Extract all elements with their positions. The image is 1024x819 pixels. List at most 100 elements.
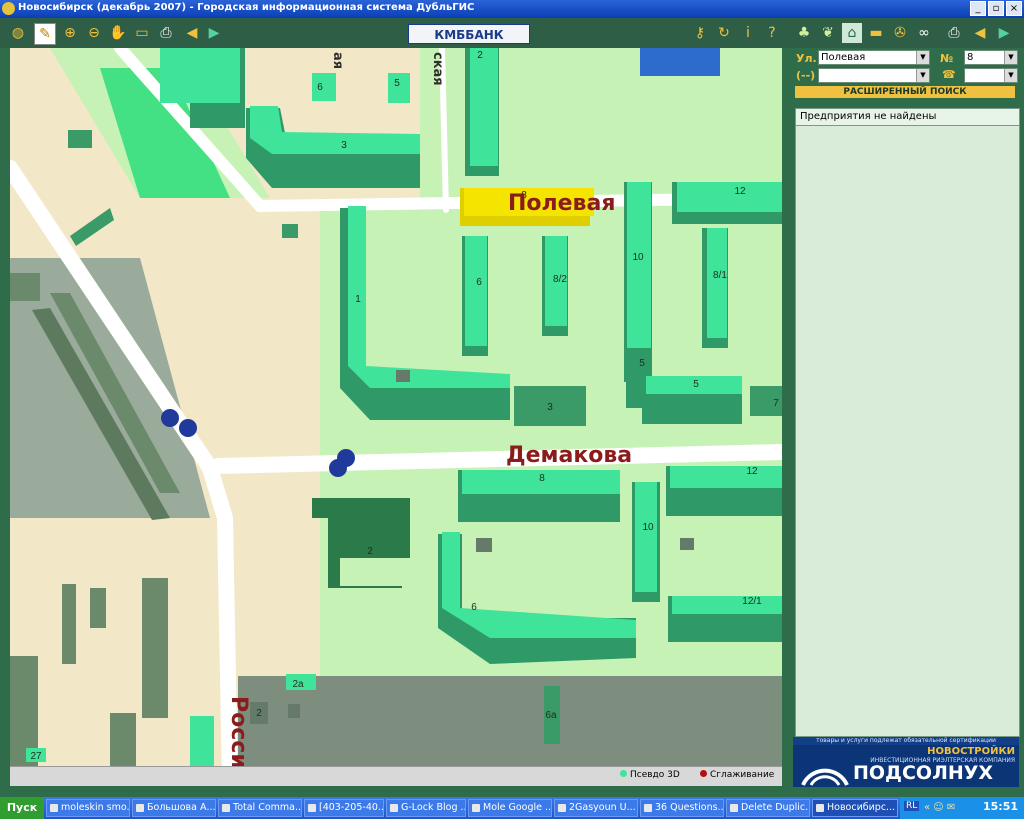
svg-text:27: 27 (30, 751, 42, 762)
zoom-out-icon[interactable]: ⊖ (84, 23, 104, 43)
bank-banner-button[interactable]: КМББАНК (408, 24, 530, 44)
results-list[interactable]: Предприятия не найдены (795, 108, 1020, 737)
task-6[interactable]: Mole Google ... (468, 799, 552, 817)
svg-text:5: 5 (693, 379, 699, 390)
svg-text:2: 2 (477, 50, 483, 61)
svg-text:12/1: 12/1 (742, 596, 762, 607)
map-canvas[interactable]: 8 12 6 8/2 10 8/1 1 5 5 3 7 3 6 5 2 8 12… (10, 48, 782, 785)
task-7[interactable]: 2Gasyoun U... (554, 799, 638, 817)
task-4[interactable]: [403-205-40... (304, 799, 384, 817)
street-label-skaya: ская (430, 52, 445, 86)
title-bar: Новосибирск (декабрь 2007) - Городская и… (0, 0, 1024, 18)
street-select[interactable]: Полевая ▼ (818, 50, 930, 65)
key-icon[interactable]: ⚷ (690, 23, 710, 43)
building-blue[interactable] (640, 48, 720, 76)
results-empty-text: Предприятия не найдены (796, 109, 1019, 126)
clock: 15:51 (982, 800, 1018, 813)
phone-icon: ☎ (942, 68, 956, 81)
panel-forward-arrow-icon[interactable]: ▶ (994, 23, 1014, 43)
task-1[interactable]: moleskin smo... (46, 799, 130, 817)
pseudo3d-dot-icon (620, 770, 627, 777)
svg-text:2: 2 (367, 546, 373, 557)
task-2[interactable]: Большова А... (132, 799, 216, 817)
map-status-bar: Псевдо 3D Сглаживание (10, 766, 782, 786)
info-icon[interactable]: i (738, 23, 758, 43)
street-label: Ул. (796, 52, 817, 65)
pseudo3d-toggle[interactable]: Псевдо 3D (620, 770, 680, 780)
broom-icon[interactable]: ✇ (890, 23, 910, 43)
house-label: № (940, 52, 954, 65)
svg-text:2а: 2а (292, 679, 304, 690)
back-arrow-icon[interactable]: ◀ (182, 23, 202, 43)
tray-icons[interactable]: « ☺ ✉ (924, 802, 955, 813)
task-3[interactable]: Total Comma... (218, 799, 302, 817)
help-icon[interactable]: ? (762, 23, 782, 43)
panel-print-icon[interactable]: ⎙ (944, 23, 964, 43)
task-5[interactable]: G-Lock Blog ... (386, 799, 466, 817)
street-label-rossi: Росси (226, 696, 251, 769)
smoothing-label: Сглаживание (710, 770, 775, 780)
hand-icon[interactable]: ✋ (108, 23, 128, 43)
street-select-value: Полевая (821, 52, 866, 63)
svg-text:6: 6 (317, 82, 323, 93)
task-9[interactable]: Delete Duplic... (726, 799, 810, 817)
advanced-search-label: РАСШИРЕННЫЙ ПОИСК (843, 87, 967, 97)
svg-text:8: 8 (539, 473, 545, 484)
svg-text:3: 3 (547, 402, 553, 413)
task-8[interactable]: 36 Questions... (640, 799, 724, 817)
panel-back-arrow-icon[interactable]: ◀ (970, 23, 990, 43)
svg-text:8/2: 8/2 (553, 274, 567, 285)
svg-text:10: 10 (642, 522, 654, 533)
close-button[interactable]: × (1006, 1, 1022, 16)
start-button[interactable]: Пуск (0, 797, 44, 819)
houses-icon[interactable]: ⌂ (842, 23, 862, 43)
ad-novostroiki: НОВОСТРОЙКИ (927, 746, 1015, 757)
window-title: Новосибирск (декабрь 2007) - Городская и… (18, 2, 475, 13)
svg-text:8/1: 8/1 (713, 270, 727, 281)
task-10[interactable]: Новосибирс... (812, 799, 898, 817)
globe-icon[interactable]: ◍ (8, 23, 28, 43)
refresh-icon[interactable]: ↻ (714, 23, 734, 43)
street-label-polevaya: Полевая (508, 191, 615, 216)
smoothing-toggle[interactable]: Сглаживание (700, 770, 774, 780)
chevron-down-icon: ▼ (1004, 51, 1017, 64)
zoom-in-icon[interactable]: ⊕ (60, 23, 80, 43)
map-view[interactable]: 8 12 6 8/2 10 8/1 1 5 5 3 7 3 6 5 2 8 12… (10, 48, 782, 785)
svg-text:10: 10 (632, 252, 644, 263)
ruler-icon[interactable]: ▭ (132, 23, 152, 43)
language-indicator[interactable]: RL (904, 801, 920, 811)
house-select-value: 8 (967, 52, 974, 63)
leaf-icon[interactable]: ❦ (818, 23, 838, 43)
street-label-aya: ая (330, 52, 345, 69)
phone-label: (--) (796, 69, 816, 82)
chevron-down-icon: ▼ (1004, 69, 1017, 82)
binoculars-icon[interactable]: ∞ (914, 23, 934, 43)
tree-icon[interactable]: ♣ (794, 23, 814, 43)
chevron-down-icon: ▼ (916, 69, 929, 82)
phone-code-select[interactable]: ▼ (818, 68, 930, 83)
svg-text:7: 7 (773, 398, 779, 409)
pseudo3d-label: Псевдо 3D (630, 770, 680, 780)
bus-icon[interactable]: ▬ (866, 23, 886, 43)
svg-text:3: 3 (341, 140, 347, 151)
building-6-small[interactable] (312, 73, 336, 101)
ad-disclaimer: товары и услуги подлежат обязательной се… (793, 737, 1019, 745)
forward-arrow-icon[interactable]: ▶ (204, 23, 224, 43)
svg-text:2: 2 (256, 708, 262, 719)
taskbar: Пуск moleskin smo... Большова А... Total… (0, 797, 1024, 819)
advanced-search-button[interactable]: РАСШИРЕННЫЙ ПОИСК (795, 86, 1015, 98)
svg-text:5: 5 (639, 358, 645, 369)
print-icon[interactable]: ⎙ (156, 23, 176, 43)
ad-company-name: ПОДСОЛНУХ (853, 762, 994, 784)
ad-banner[interactable]: товары и услуги подлежат обязательной се… (793, 737, 1019, 787)
chevron-down-icon: ▼ (916, 51, 929, 64)
minimize-button[interactable]: _ (970, 1, 986, 16)
maximize-button[interactable]: ▫ (988, 1, 1004, 16)
sunflower-logo-icon (801, 768, 849, 786)
pen-icon[interactable]: ✎ (34, 23, 56, 45)
house-select[interactable]: 8 ▼ (964, 50, 1018, 65)
phone-select[interactable]: ▼ (964, 68, 1018, 83)
app-icon (2, 2, 15, 15)
svg-text:6: 6 (471, 602, 477, 613)
svg-text:12: 12 (746, 466, 758, 477)
